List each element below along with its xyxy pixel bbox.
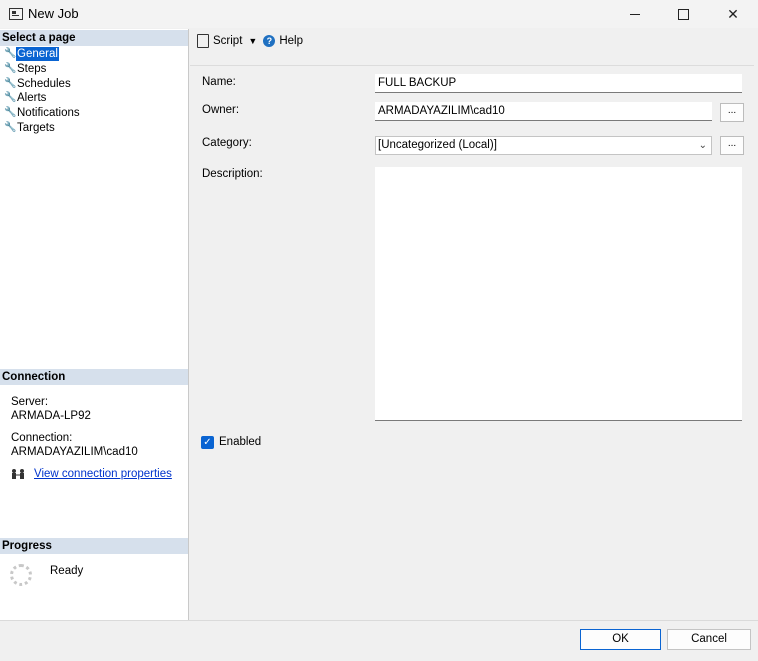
script-dropdown-icon[interactable]: ▼ xyxy=(248,36,257,46)
page-item-notifications[interactable]: 🔧 Notifications xyxy=(4,106,81,121)
title-bar: New Job ✕ xyxy=(0,0,758,28)
server-label: Server: xyxy=(11,396,49,408)
description-textarea[interactable] xyxy=(375,167,742,421)
wrench-icon: 🔧 xyxy=(4,77,17,89)
page-item-schedules[interactable]: 🔧 Schedules xyxy=(4,76,81,91)
wrench-icon: 🔧 xyxy=(4,48,17,60)
page-item-label: Schedules xyxy=(17,77,71,90)
category-browse-button[interactable]: ... xyxy=(720,136,744,155)
connection-header: Connection xyxy=(0,369,188,385)
name-label: Name: xyxy=(202,76,236,88)
window-title: New Job xyxy=(28,6,79,21)
page-list: 🔧 General 🔧 Steps 🔧 Schedules 🔧 Alerts 🔧 Noti… xyxy=(4,46,81,135)
view-connection-properties[interactable]: View connection properties xyxy=(11,468,172,480)
page-item-label: Alerts xyxy=(17,92,47,105)
minimize-button[interactable] xyxy=(612,0,658,28)
enabled-checkbox[interactable]: ✓ xyxy=(201,436,214,449)
page-item-label: Targets xyxy=(17,121,55,134)
chevron-down-icon: ⌄ xyxy=(698,140,707,151)
progress-header: Progress xyxy=(0,538,188,554)
wrench-icon: 🔧 xyxy=(4,107,17,119)
enabled-label[interactable]: Enabled xyxy=(219,436,261,448)
close-icon: ✕ xyxy=(727,5,739,22)
select-page-header: Select a page xyxy=(0,30,188,46)
page-item-general[interactable]: 🔧 General xyxy=(4,46,81,63)
wrench-icon: 🔧 xyxy=(4,92,17,104)
script-icon xyxy=(197,34,209,48)
page-item-label: Notifications xyxy=(17,107,80,120)
wrench-icon: 🔧 xyxy=(4,121,17,133)
script-button[interactable]: Script xyxy=(213,35,242,47)
help-button[interactable]: Help xyxy=(279,35,303,47)
owner-label: Owner: xyxy=(202,104,240,116)
connection-properties-icon xyxy=(12,469,24,479)
close-button[interactable]: ✕ xyxy=(710,0,756,28)
view-connection-link[interactable]: View connection properties xyxy=(34,468,172,480)
connection-label: Connection: xyxy=(11,432,73,444)
category-value: [Uncategorized (Local)] xyxy=(378,139,497,151)
description-label: Description: xyxy=(202,168,263,180)
page-item-targets[interactable]: 🔧 Targets xyxy=(4,120,81,135)
wrench-icon: 🔧 xyxy=(4,63,17,75)
category-label: Category: xyxy=(202,137,252,149)
page-item-label: Steps xyxy=(17,63,47,76)
help-icon: ? xyxy=(263,35,276,47)
category-select[interactable]: [Uncategorized (Local)] ⌄ xyxy=(375,136,712,155)
ok-button[interactable]: OK xyxy=(580,629,661,650)
connection-value: ARMADAYAZILIM\cad10 xyxy=(11,446,138,458)
left-pane: Select a page 🔧 General 🔧 Steps 🔧 Schedules… xyxy=(0,29,189,620)
maximize-button[interactable] xyxy=(660,0,706,28)
page-item-steps[interactable]: 🔧 Steps xyxy=(4,62,81,77)
name-input[interactable]: FULL BACKUP xyxy=(375,74,742,93)
progress-spinner-icon xyxy=(10,564,32,586)
page-item-label: General xyxy=(15,46,60,63)
page-item-alerts[interactable]: 🔧 Alerts xyxy=(4,91,81,106)
progress-status: Ready xyxy=(50,565,84,577)
app-window-icon xyxy=(9,8,23,20)
minimize-icon xyxy=(630,13,640,15)
toolbar: Script ▼ ? Help xyxy=(197,34,303,48)
maximize-icon xyxy=(677,8,689,20)
cancel-button[interactable]: Cancel xyxy=(667,629,751,650)
owner-input[interactable]: ARMADAYAZILIM\cad10 xyxy=(375,102,712,121)
owner-browse-button[interactable]: ... xyxy=(720,103,744,122)
server-value: ARMADA-LP92 xyxy=(11,410,91,422)
